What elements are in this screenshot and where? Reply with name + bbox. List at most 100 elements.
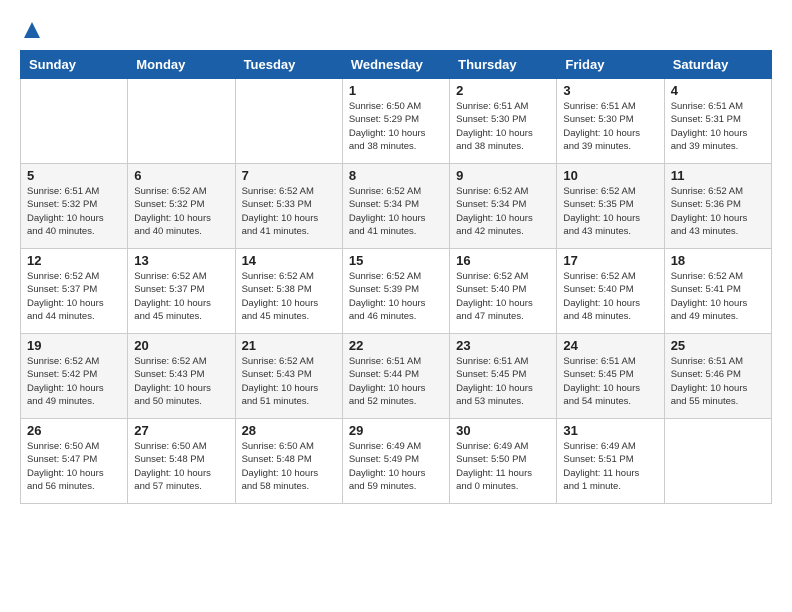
calendar-cell: 22Sunrise: 6:51 AM Sunset: 5:44 PM Dayli… — [342, 334, 449, 419]
day-number: 27 — [134, 423, 228, 438]
day-info: Sunrise: 6:50 AM Sunset: 5:48 PM Dayligh… — [134, 440, 228, 493]
day-number: 18 — [671, 253, 765, 268]
calendar-cell: 19 Sunrise: 6:52 AM Sunset: 5:42 PM Dayli… — [21, 334, 128, 419]
page-header — [20, 20, 772, 40]
day-info: Sunrise: 6:51 AM Sunset: 5:31 PM Dayligh… — [671, 100, 765, 153]
calendar-week-1: 1 Sunrise: 6:50 AM Sunset: 5:29 PM Daylig… — [21, 79, 772, 164]
day-number: 15 — [349, 253, 443, 268]
day-number: 20 — [134, 338, 228, 353]
day-number: 10 — [563, 168, 657, 183]
day-info: Sunrise: 6:49 AM Sunset: 5:51 PM Dayligh… — [563, 440, 657, 493]
day-number: 23 — [456, 338, 550, 353]
day-info: Sunrise: 6:52 AM Sunset: 5:42 PM Dayligh… — [27, 355, 121, 408]
calendar-cell: 18 Sunrise: 6:52 AM Sunset: 5:41 PM Dayli… — [664, 249, 771, 334]
day-number: 26 — [27, 423, 121, 438]
day-number: 13 — [134, 253, 228, 268]
calendar-cell: 3Sunrise: 6:51 AM Sunset: 5:30 PM Daylig… — [557, 79, 664, 164]
day-info: Sunrise: 6:51 AM Sunset: 5:32 PM Dayligh… — [27, 185, 121, 238]
calendar-cell: 2Sunrise: 6:51 AM Sunset: 5:30 PM Daylig… — [450, 79, 557, 164]
day-number: 31 — [563, 423, 657, 438]
calendar-cell — [235, 79, 342, 164]
day-info: Sunrise: 6:50 AM Sunset: 5:29 PM Dayligh… — [349, 100, 443, 153]
calendar-cell: 8Sunrise: 6:52 AM Sunset: 5:34 PM Daylig… — [342, 164, 449, 249]
calendar-week-3: 12 Sunrise: 6:52 AM Sunset: 5:37 PM Dayli… — [21, 249, 772, 334]
day-info: Sunrise: 6:49 AM Sunset: 5:50 PM Dayligh… — [456, 440, 550, 493]
day-info: Sunrise: 6:50 AM Sunset: 5:48 PM Dayligh… — [242, 440, 336, 493]
day-info: Sunrise: 6:52 AM Sunset: 5:36 PM Dayligh… — [671, 185, 765, 238]
calendar-cell — [128, 79, 235, 164]
weekday-header-sunday: Sunday — [21, 51, 128, 79]
day-info: Sunrise: 6:52 AM Sunset: 5:33 PM Dayligh… — [242, 185, 336, 238]
calendar-cell: 5 Sunrise: 6:51 AM Sunset: 5:32 PM Daylig… — [21, 164, 128, 249]
weekday-header-row: SundayMondayTuesdayWednesdayThursdayFrid… — [21, 51, 772, 79]
calendar-cell: 14 Sunrise: 6:52 AM Sunset: 5:38 PM Dayli… — [235, 249, 342, 334]
day-info: Sunrise: 6:52 AM Sunset: 5:40 PM Dayligh… — [563, 270, 657, 323]
day-number: 16 — [456, 253, 550, 268]
calendar-cell: 28 Sunrise: 6:50 AM Sunset: 5:48 PM Dayli… — [235, 419, 342, 504]
weekday-header-tuesday: Tuesday — [235, 51, 342, 79]
day-info: Sunrise: 6:49 AM Sunset: 5:49 PM Dayligh… — [349, 440, 443, 493]
day-number: 5 — [27, 168, 121, 183]
day-info: Sunrise: 6:50 AM Sunset: 5:47 PM Dayligh… — [27, 440, 121, 493]
calendar-cell: 10 Sunrise: 6:52 AM Sunset: 5:35 PM Dayli… — [557, 164, 664, 249]
day-number: 7 — [242, 168, 336, 183]
day-info: Sunrise: 6:52 AM Sunset: 5:32 PM Dayligh… — [134, 185, 228, 238]
calendar-cell: 9Sunrise: 6:52 AM Sunset: 5:34 PM Daylig… — [450, 164, 557, 249]
day-number: 6 — [134, 168, 228, 183]
day-number: 9 — [456, 168, 550, 183]
day-number: 28 — [242, 423, 336, 438]
day-info: Sunrise: 6:52 AM Sunset: 5:35 PM Dayligh… — [563, 185, 657, 238]
calendar-table: SundayMondayTuesdayWednesdayThursdayFrid… — [20, 50, 772, 504]
day-info: Sunrise: 6:52 AM Sunset: 5:37 PM Dayligh… — [134, 270, 228, 323]
day-number: 1 — [349, 83, 443, 98]
day-number: 12 — [27, 253, 121, 268]
day-number: 2 — [456, 83, 550, 98]
day-number: 8 — [349, 168, 443, 183]
day-info: Sunrise: 6:51 AM Sunset: 5:45 PM Dayligh… — [456, 355, 550, 408]
logo — [20, 20, 42, 40]
calendar-week-4: 19 Sunrise: 6:52 AM Sunset: 5:42 PM Dayli… — [21, 334, 772, 419]
day-number: 19 — [27, 338, 121, 353]
calendar-week-2: 5 Sunrise: 6:51 AM Sunset: 5:32 PM Daylig… — [21, 164, 772, 249]
calendar-cell — [21, 79, 128, 164]
day-number: 4 — [671, 83, 765, 98]
calendar-cell: 6 Sunrise: 6:52 AM Sunset: 5:32 PM Daylig… — [128, 164, 235, 249]
calendar-cell: 20Sunrise: 6:52 AM Sunset: 5:43 PM Dayli… — [128, 334, 235, 419]
day-number: 14 — [242, 253, 336, 268]
day-number: 25 — [671, 338, 765, 353]
day-info: Sunrise: 6:52 AM Sunset: 5:41 PM Dayligh… — [671, 270, 765, 323]
calendar-cell: 13 Sunrise: 6:52 AM Sunset: 5:37 PM Dayli… — [128, 249, 235, 334]
calendar-week-5: 26 Sunrise: 6:50 AM Sunset: 5:47 PM Dayli… — [21, 419, 772, 504]
day-info: Sunrise: 6:51 AM Sunset: 5:45 PM Dayligh… — [563, 355, 657, 408]
calendar-cell: 11 Sunrise: 6:52 AM Sunset: 5:36 PM Dayli… — [664, 164, 771, 249]
weekday-header-monday: Monday — [128, 51, 235, 79]
calendar-cell: 23 Sunrise: 6:51 AM Sunset: 5:45 PM Dayli… — [450, 334, 557, 419]
day-info: Sunrise: 6:52 AM Sunset: 5:37 PM Dayligh… — [27, 270, 121, 323]
calendar-cell: 15Sunrise: 6:52 AM Sunset: 5:39 PM Dayli… — [342, 249, 449, 334]
calendar-cell: 24 Sunrise: 6:51 AM Sunset: 5:45 PM Dayli… — [557, 334, 664, 419]
calendar-cell: 31 Sunrise: 6:49 AM Sunset: 5:51 PM Dayli… — [557, 419, 664, 504]
calendar-cell: 4 Sunrise: 6:51 AM Sunset: 5:31 PM Daylig… — [664, 79, 771, 164]
calendar-cell — [664, 419, 771, 504]
day-info: Sunrise: 6:52 AM Sunset: 5:38 PM Dayligh… — [242, 270, 336, 323]
calendar-cell: 12 Sunrise: 6:52 AM Sunset: 5:37 PM Dayli… — [21, 249, 128, 334]
day-info: Sunrise: 6:52 AM Sunset: 5:40 PM Dayligh… — [456, 270, 550, 323]
day-info: Sunrise: 6:51 AM Sunset: 5:30 PM Dayligh… — [563, 100, 657, 153]
day-number: 11 — [671, 168, 765, 183]
logo-icon — [22, 20, 42, 40]
calendar-cell: 16 Sunrise: 6:52 AM Sunset: 5:40 PM Dayli… — [450, 249, 557, 334]
calendar-cell: 27 Sunrise: 6:50 AM Sunset: 5:48 PM Dayli… — [128, 419, 235, 504]
day-number: 30 — [456, 423, 550, 438]
weekday-header-thursday: Thursday — [450, 51, 557, 79]
weekday-header-friday: Friday — [557, 51, 664, 79]
weekday-header-wednesday: Wednesday — [342, 51, 449, 79]
calendar-cell: 29Sunrise: 6:49 AM Sunset: 5:49 PM Dayli… — [342, 419, 449, 504]
calendar-cell: 26 Sunrise: 6:50 AM Sunset: 5:47 PM Dayli… — [21, 419, 128, 504]
calendar-cell: 7 Sunrise: 6:52 AM Sunset: 5:33 PM Daylig… — [235, 164, 342, 249]
calendar-cell: 17Sunrise: 6:52 AM Sunset: 5:40 PM Dayli… — [557, 249, 664, 334]
day-info: Sunrise: 6:51 AM Sunset: 5:46 PM Dayligh… — [671, 355, 765, 408]
day-info: Sunrise: 6:52 AM Sunset: 5:43 PM Dayligh… — [242, 355, 336, 408]
day-number: 24 — [563, 338, 657, 353]
day-info: Sunrise: 6:51 AM Sunset: 5:44 PM Dayligh… — [349, 355, 443, 408]
day-number: 21 — [242, 338, 336, 353]
